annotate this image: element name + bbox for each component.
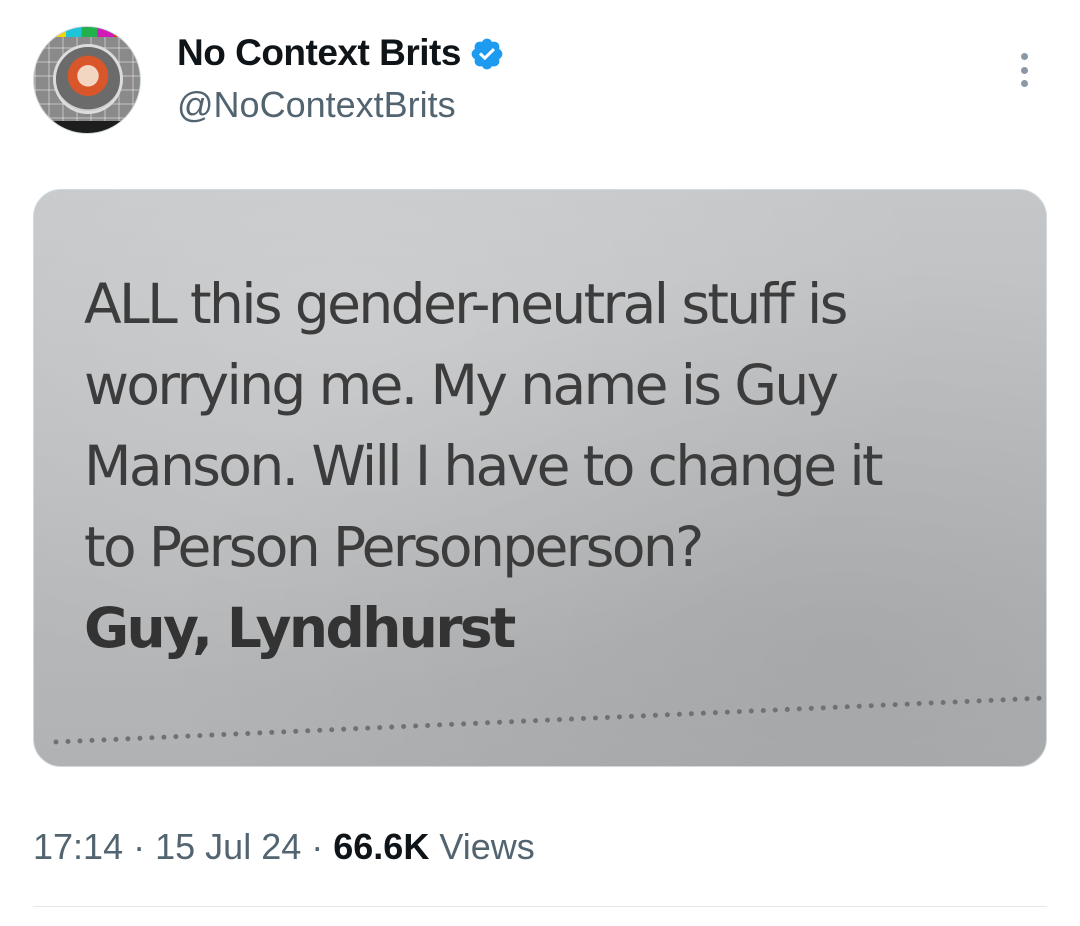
more-dot bbox=[1020, 66, 1028, 74]
test-card-bars bbox=[34, 27, 140, 37]
meta-separator: · bbox=[311, 826, 324, 867]
more-dot bbox=[1020, 53, 1028, 60]
tweet-image[interactable]: ALL this gender-neutral stuff is worryin… bbox=[33, 189, 1047, 767]
test-card-strip bbox=[34, 121, 140, 133]
views-count: 66.6K bbox=[333, 826, 430, 867]
more-options-icon[interactable] bbox=[1009, 50, 1039, 90]
tweet-time[interactable]: 17:14 bbox=[33, 826, 123, 867]
letter-body: ALL this gender-neutral stuff is worryin… bbox=[84, 272, 884, 579]
newspaper-letter: ALL this gender-neutral stuff is worryin… bbox=[84, 264, 1024, 669]
author-name-row: No Context Brits bbox=[177, 32, 505, 74]
verified-badge-icon[interactable] bbox=[469, 36, 505, 72]
author-display-name[interactable]: No Context Brits bbox=[177, 32, 461, 74]
meta-separator: · bbox=[133, 826, 146, 867]
divider bbox=[33, 906, 1047, 907]
tweet-date[interactable]: 15 Jul 24 bbox=[155, 826, 301, 867]
tweet-header: No Context Brits @NoContextBrits bbox=[33, 26, 1053, 136]
dotted-rule bbox=[53, 695, 1046, 745]
author-handle[interactable]: @NoContextBrits bbox=[177, 84, 456, 126]
views-label: Views bbox=[439, 826, 535, 867]
more-dot bbox=[1020, 80, 1028, 87]
letter-signature: Guy, Lyndhurst bbox=[84, 596, 516, 660]
avatar-portrait bbox=[56, 47, 120, 111]
tweet-meta: 17:14 · 15 Jul 24 · 66.6K Views bbox=[33, 826, 535, 868]
avatar[interactable] bbox=[33, 26, 141, 134]
